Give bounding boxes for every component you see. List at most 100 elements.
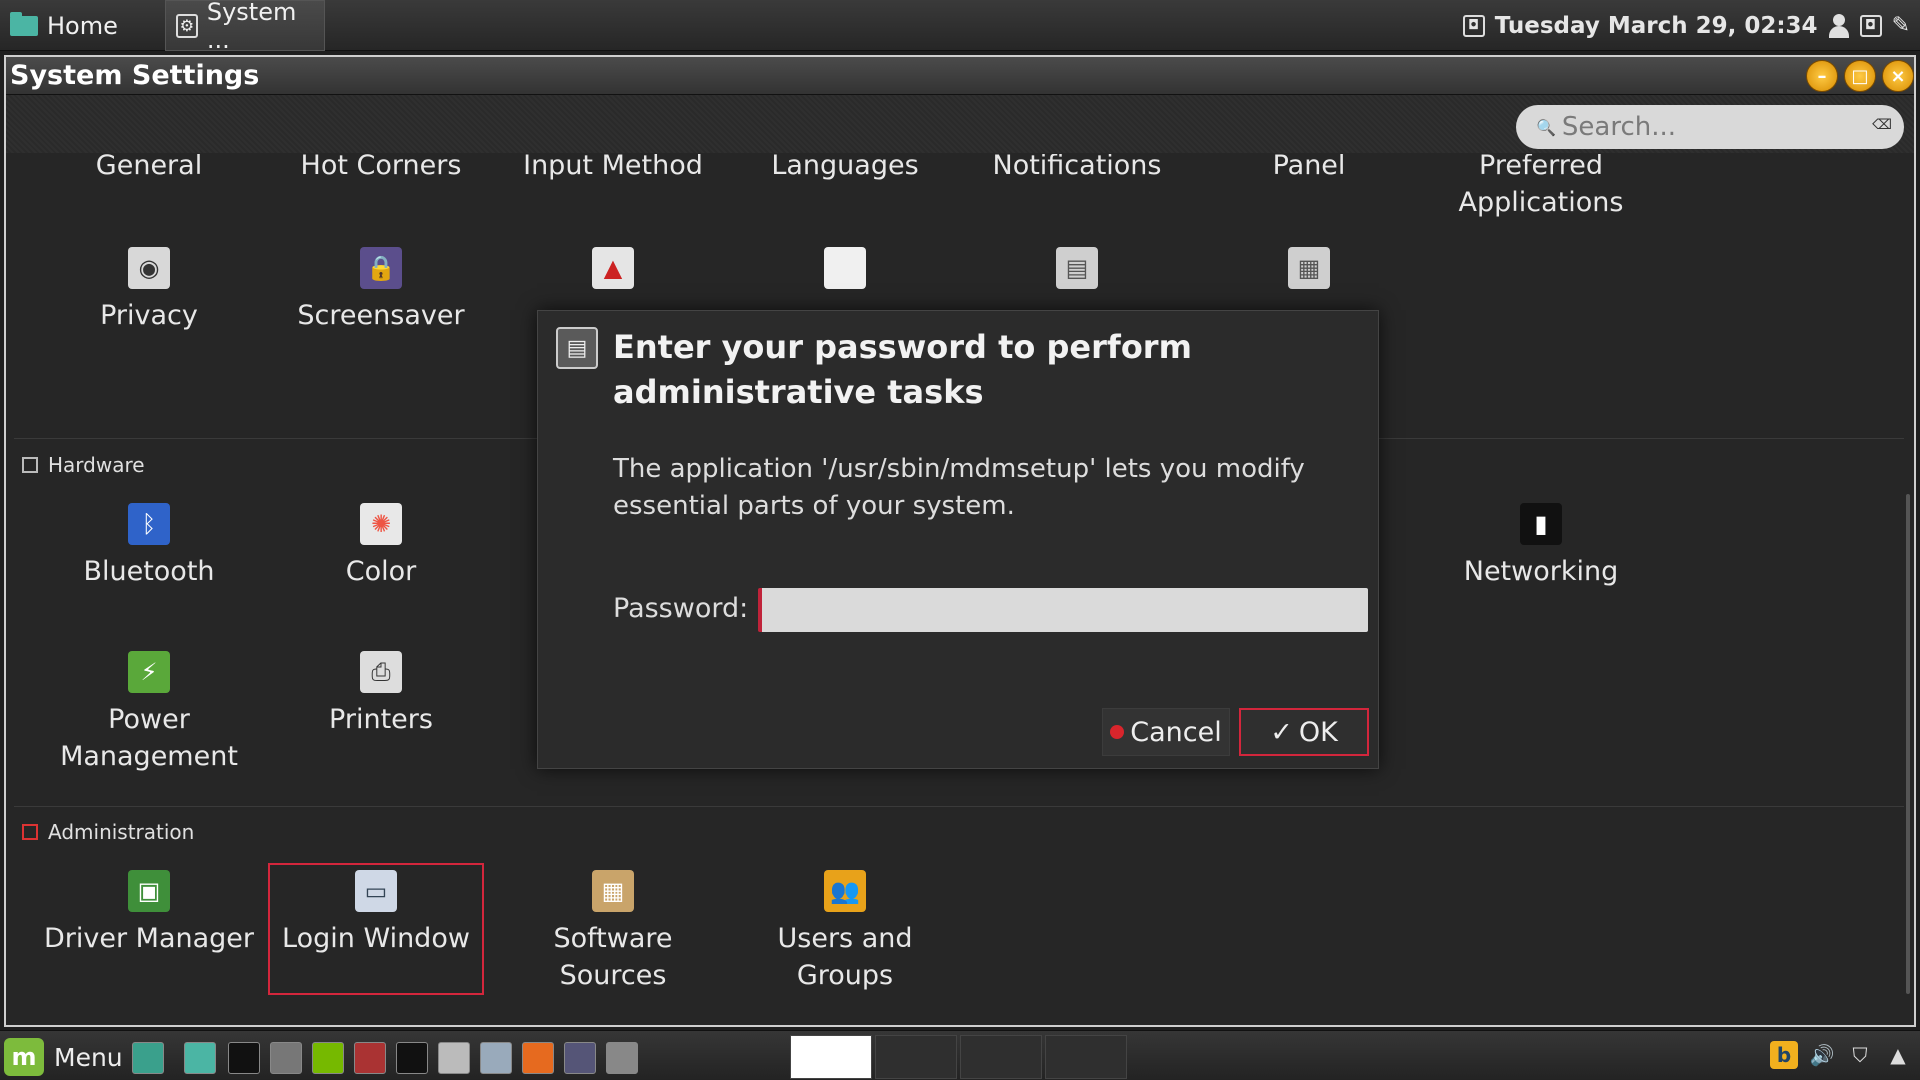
item-bluetooth[interactable]: ᛒ Bluetooth (33, 503, 265, 590)
separator (14, 806, 1904, 807)
settings-launcher-icon[interactable] (270, 1042, 302, 1074)
text-editor-icon[interactable] (354, 1042, 386, 1074)
taskbar-system-settings[interactable]: ⚙ System ... (165, 0, 325, 54)
battery-icon: ⚡ (128, 651, 170, 693)
screenshot-icon[interactable] (480, 1042, 512, 1074)
item-input-method[interactable]: Input Method (497, 154, 729, 184)
item-windows[interactable] (729, 247, 961, 297)
clock[interactable]: Tuesday March 29, 02:34 (1495, 13, 1818, 39)
close-button[interactable]: × (1882, 60, 1914, 92)
applet-icon[interactable]: ◘ (1462, 14, 1485, 37)
administration-header-label: Administration (48, 820, 195, 844)
item-startup[interactable]: ▲ (497, 247, 729, 297)
tools-icon[interactable] (438, 1042, 470, 1074)
users-icon: 👥 (824, 870, 866, 912)
item-color[interactable]: ✺ Color (265, 503, 497, 590)
bluetooth-icon: ᛒ (128, 503, 170, 545)
window-title: System Settings (10, 60, 260, 91)
lock-icon: 🔒 (360, 247, 402, 289)
pen-icon[interactable]: ✎ (1892, 13, 1910, 38)
taskbar-system-label: System ... (206, 0, 297, 54)
item-software-sources[interactable]: ▦ Software Sources (497, 870, 729, 994)
item-driver-manager[interactable]: ▣ Driver Manager (33, 870, 265, 957)
package-icon: ▦ (592, 870, 634, 912)
item-notifications[interactable]: Notifications (961, 154, 1193, 184)
item-input-method-label: Input Method (523, 154, 703, 181)
item-login-window[interactable]: ▭ Login Window (268, 863, 484, 995)
clear-icon[interactable]: ⌫ (1872, 117, 1892, 133)
hardware-header: Hardware (22, 453, 145, 477)
item-printers[interactable]: ⎙ Printers (265, 651, 497, 738)
item-hot-corners[interactable]: Hot Corners (265, 154, 497, 184)
firefox-icon[interactable] (522, 1042, 554, 1074)
item-screensaver-label: Screensaver (297, 300, 465, 331)
workspace-2[interactable] (875, 1035, 957, 1079)
scrollbar[interactable] (1906, 494, 1910, 994)
item-panel-label: Panel (1272, 154, 1346, 181)
files-icon[interactable] (184, 1042, 216, 1074)
item-languages[interactable]: Languages (729, 154, 961, 184)
minimize-button[interactable]: – (1806, 60, 1838, 92)
item-power-management[interactable]: ⚡ Power Management (33, 651, 265, 775)
tiling-icon: ▤ (1056, 247, 1098, 289)
menu-button[interactable]: m Menu (4, 1038, 123, 1076)
toolbar: 🔍 Search... ⌫ (6, 95, 1914, 153)
item-workspaces[interactable]: ▦ (1193, 247, 1425, 297)
item-software-sources-label: Software Sources (553, 923, 673, 991)
terminal-icon[interactable] (228, 1042, 260, 1074)
terminal-icon-2[interactable] (396, 1042, 428, 1074)
check-icon: ✓ (1270, 716, 1293, 748)
workspace-1[interactable] (790, 1035, 872, 1079)
show-desktop-icon[interactable] (132, 1042, 164, 1074)
ok-button[interactable]: ✓ OK (1239, 708, 1369, 756)
workspace-3[interactable] (960, 1035, 1042, 1079)
printer-icon: ⎙ (360, 651, 402, 693)
item-panel[interactable]: Panel (1193, 154, 1425, 184)
item-printers-label: Printers (329, 704, 433, 735)
settings-icon: ⚙ (176, 13, 198, 38)
password-field[interactable] (758, 588, 1368, 632)
rocket-icon: ▲ (592, 247, 634, 289)
password-label: Password: (613, 593, 749, 624)
item-preferred-applications[interactable]: Preferred Applications (1425, 154, 1657, 221)
hardware-header-label: Hardware (48, 453, 145, 477)
nvidia-icon[interactable] (312, 1042, 344, 1074)
cancel-button[interactable]: Cancel (1102, 708, 1230, 756)
item-networking[interactable]: ▮ Networking (1425, 503, 1657, 590)
volume-icon[interactable]: 🔊 (1808, 1041, 1836, 1069)
taskbar-home[interactable]: Home (0, 0, 160, 51)
update-icon[interactable]: b (1770, 1041, 1798, 1069)
maximize-button[interactable]: □ (1844, 60, 1876, 92)
item-window-tiling[interactable]: ▤ (961, 247, 1193, 297)
top-tray: ◘ Tuesday March 29, 02:34 ◘ ✎ (1462, 0, 1910, 51)
top-panel: Home ⚙ System ... ◘ Tuesday March 29, 02… (0, 0, 1920, 54)
mint-logo-icon: m (4, 1038, 44, 1076)
item-networking-label: Networking (1463, 556, 1619, 587)
item-preferred-applications-label: Preferred Applications (1458, 154, 1624, 218)
dialog-icon: ▤ (556, 327, 598, 369)
network-icon: ▮ (1520, 503, 1562, 545)
applet-icon-2[interactable]: ◘ (1859, 14, 1882, 37)
window-titlebar[interactable]: System Settings – □ × (6, 57, 1914, 95)
search-input[interactable]: 🔍 Search... ⌫ (1516, 105, 1904, 149)
user-icon[interactable] (1828, 13, 1850, 38)
camera-icon[interactable] (606, 1042, 638, 1074)
workspace-4[interactable] (1045, 1035, 1127, 1079)
arrow-up-icon[interactable]: ▲ (1884, 1041, 1912, 1069)
item-general[interactable]: General (33, 154, 265, 184)
item-privacy[interactable]: ◉ Privacy (33, 247, 265, 334)
item-notifications-label: Notifications (992, 154, 1162, 181)
hardware-icon (22, 457, 38, 473)
item-users-and-groups[interactable]: 👥 Users and Groups (729, 870, 961, 994)
item-screensaver[interactable]: 🔒 Screensaver (265, 247, 497, 334)
system-tray: b 🔊 ⛉ ▲ (1770, 1041, 1912, 1069)
dialog-title: Enter your password to perform administr… (613, 328, 1192, 411)
remote-desktop-icon[interactable] (564, 1042, 596, 1074)
shield-icon[interactable]: ⛉ (1846, 1041, 1874, 1069)
ok-label: OK (1298, 716, 1338, 748)
workspace-switcher (790, 1035, 1127, 1079)
item-hot-corners-label: Hot Corners (300, 154, 462, 181)
driver-icon: ▣ (128, 870, 170, 912)
administration-header: Administration (22, 820, 194, 844)
search-icon: 🔍 (1536, 117, 1556, 137)
